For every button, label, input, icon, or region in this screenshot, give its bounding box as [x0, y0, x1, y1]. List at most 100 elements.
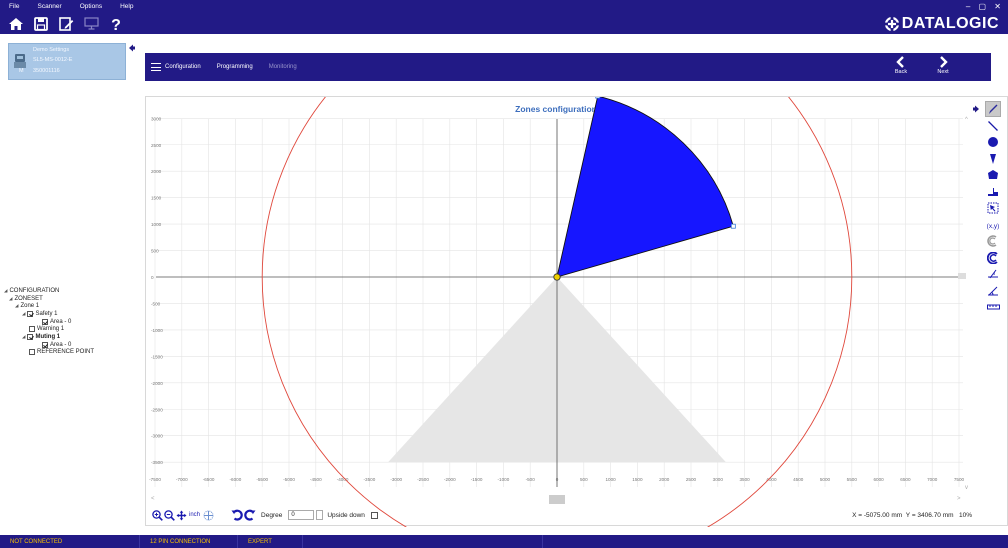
menu-scanner[interactable]: Scanner — [28, 3, 70, 10]
angle-icon — [988, 286, 998, 295]
next-button[interactable]: Next — [931, 56, 955, 78]
selection-icon — [987, 202, 999, 214]
expand-triangle-icon[interactable]: ◢ — [9, 296, 12, 302]
monitor-button[interactable] — [79, 13, 103, 34]
safety-area-checkbox[interactable] — [42, 318, 48, 325]
warning-checkbox[interactable] — [29, 326, 35, 333]
tree-safety-area[interactable]: Area - 0 — [4, 318, 140, 326]
window-controls[interactable]: – ▢ ✕ — [966, 2, 1008, 11]
x-tick-label: 2500 — [686, 477, 697, 482]
tab-configuration[interactable]: Configuration — [165, 64, 201, 70]
zoom-out-button[interactable] — [164, 509, 175, 521]
scroll-left-icon[interactable]: < — [151, 496, 155, 502]
tab-monitoring[interactable]: Monitoring — [269, 64, 297, 70]
tree-zoneset[interactable]: ◢ ZONESET — [4, 295, 140, 303]
arc-tool[interactable] — [985, 233, 1001, 249]
cursor-coordinates: X = -5075.00 mm Y = 3406.70 mm 10% — [852, 512, 972, 519]
tree-muting-1[interactable]: ◢ Muting 1 — [4, 333, 140, 341]
degree-spinner-icon[interactable] — [316, 510, 324, 520]
angle-tool[interactable] — [985, 283, 1001, 299]
pencil-tool[interactable] — [985, 101, 1001, 117]
y-tick-label: -1000 — [151, 328, 163, 333]
reference-point-checkbox[interactable] — [29, 349, 35, 356]
tree-label: Zone 1 — [20, 303, 40, 310]
tree-label: CONFIGURATION — [9, 287, 60, 294]
tree-safety-1[interactable]: ◢ Safety 1 — [4, 310, 140, 318]
move-icon — [176, 510, 187, 520]
edit-document-button[interactable] — [54, 13, 78, 34]
x-tick-label: -2000 — [444, 477, 456, 482]
upside-down-label: Upside down — [327, 511, 365, 519]
panel-toggle-arrow-icon[interactable] — [972, 105, 980, 113]
x-tick-label: -5500 — [256, 477, 268, 482]
y-tick-label: -3000 — [151, 434, 163, 439]
brand-name: DATALOGIC — [901, 14, 999, 32]
rotate-cw-button[interactable] — [244, 509, 256, 521]
expand-triangle-icon[interactable]: ◢ — [15, 303, 18, 309]
select-tool[interactable] — [985, 200, 1001, 216]
triangle-tool[interactable] — [985, 151, 1001, 167]
scroll-right-icon[interactable]: > — [957, 496, 961, 502]
x-tick-label: 6000 — [873, 477, 884, 482]
sector-icon — [990, 153, 996, 164]
collapse-panel-icon[interactable] — [128, 44, 136, 52]
tree-zone-1[interactable]: ◢ Zone 1 — [4, 302, 140, 310]
expand-triangle-icon[interactable]: ◢ — [22, 334, 25, 340]
menu-file[interactable]: File — [0, 3, 28, 10]
coordinates-icon: (x,y) — [987, 223, 1000, 230]
edit-document-icon — [58, 16, 73, 31]
circle-tool[interactable] — [985, 134, 1001, 150]
back-button[interactable]: Back — [889, 56, 913, 78]
zoom-in-button[interactable] — [152, 509, 163, 521]
distance-tool[interactable]: d — [985, 266, 1001, 282]
vertex-handle — [595, 97, 601, 99]
x-tick-label: 2000 — [659, 477, 670, 482]
menu-help[interactable]: Help — [111, 3, 142, 10]
unit-label[interactable]: inch — [189, 512, 200, 518]
brand-mark-icon — [884, 16, 899, 31]
pan-button[interactable] — [176, 510, 187, 521]
cursor-y: Y = 3406.70 mm — [905, 511, 954, 519]
device-model: SL5-MS-0012-E — [33, 57, 73, 63]
x-tick-label: -7500 — [149, 477, 161, 482]
home-button[interactable] — [4, 13, 28, 34]
muting-checkbox[interactable] — [27, 333, 34, 340]
rotate-ccw-button[interactable] — [231, 509, 243, 521]
grid-toggle-button[interactable] — [203, 510, 214, 521]
help-button[interactable]: ? — [104, 13, 128, 34]
multi-arc-tool[interactable] — [985, 250, 1001, 266]
expand-triangle-icon[interactable]: ◢ — [22, 311, 25, 317]
ruler-tool[interactable] — [985, 299, 1001, 315]
line-tool[interactable] — [985, 118, 1001, 134]
coordinates-tool[interactable]: (x,y) — [985, 217, 1001, 233]
polygon-tool[interactable] — [985, 167, 1001, 183]
menu-options[interactable]: Options — [71, 3, 111, 10]
tree-warning-1[interactable]: Warning 1 — [4, 325, 140, 333]
vertical-scrollbar-thumb[interactable] — [958, 273, 966, 279]
horizontal-scrollbar-thumb[interactable] — [549, 495, 565, 504]
scroll-down-icon[interactable]: v — [965, 485, 968, 491]
muting-area-checkbox[interactable] — [42, 341, 48, 348]
scroll-up-icon[interactable]: ^ — [965, 117, 968, 123]
device-card[interactable]: Demo Settings SL5-MS-0012-E M 350001116 — [8, 43, 126, 80]
expand-triangle-icon[interactable]: ◢ — [4, 288, 7, 294]
hamburger-menu-icon[interactable] — [151, 63, 161, 71]
tree-configuration[interactable]: ◢ CONFIGURATION — [4, 287, 140, 295]
tree-muting-area[interactable]: Area - 0 — [4, 341, 140, 349]
save-button[interactable] — [29, 13, 53, 34]
circle-icon — [988, 137, 998, 147]
svg-text:?: ? — [111, 17, 121, 32]
upside-down-checkbox[interactable] — [370, 511, 378, 519]
safety-checkbox[interactable] — [27, 310, 34, 317]
tree-reference-point[interactable]: REFERENCE POINT — [4, 349, 140, 357]
tree-label: Safety 1 — [35, 310, 58, 317]
wedge-tool[interactable] — [985, 184, 1001, 200]
zones-plot[interactable]: Zones configuration 3500 3000 2500 2000 1500… — [146, 97, 1008, 527]
tab-programming[interactable]: Programming — [217, 64, 253, 70]
line-icon — [988, 120, 998, 131]
degree-input[interactable]: 0 — [288, 510, 315, 520]
connection-status: NOT CONNECTED — [0, 535, 140, 548]
tree-label: ZONESET — [14, 295, 43, 302]
x-tick-label: 1000 — [605, 477, 616, 482]
x-tick-label: -500 — [526, 477, 536, 482]
